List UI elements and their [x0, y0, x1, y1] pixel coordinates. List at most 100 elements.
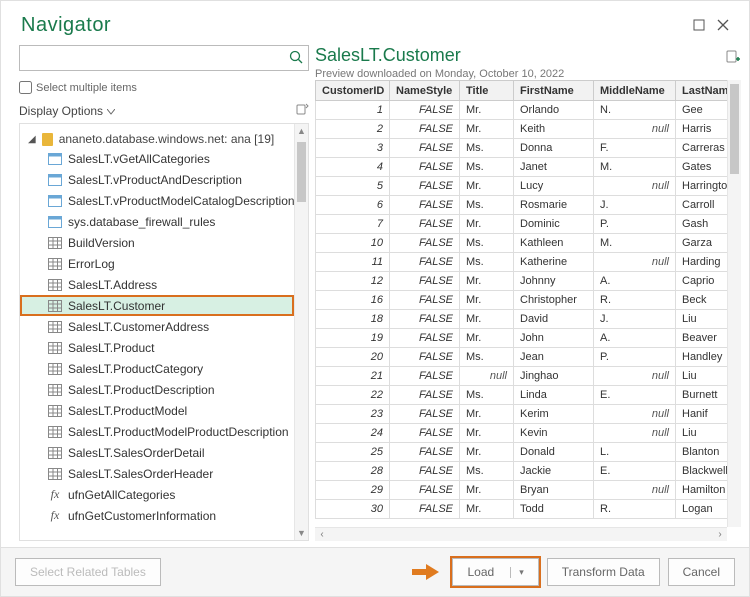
column-header[interactable]: MiddleName [594, 81, 676, 101]
tree-item[interactable]: SalesLT.Customer [20, 295, 294, 316]
tree-item-label: BuildVersion [68, 236, 135, 250]
tree-item[interactable]: ErrorLog [20, 253, 294, 274]
tree-item[interactable]: SalesLT.ProductDescription [20, 379, 294, 400]
cell: Handley [676, 348, 728, 367]
cell: FALSE [390, 291, 460, 310]
cell: 6 [316, 196, 390, 215]
column-header[interactable]: Title [460, 81, 514, 101]
table-row[interactable]: 21FALSEnullJinghaonullLiu [316, 367, 728, 386]
table-row[interactable]: 18FALSEMr.DavidJ.Liu [316, 310, 728, 329]
cancel-button[interactable]: Cancel [668, 558, 735, 586]
tree-item[interactable]: SalesLT.CustomerAddress [20, 316, 294, 337]
select-related-tables-button[interactable]: Select Related Tables [15, 558, 161, 586]
table-row[interactable]: 22FALSEMs.LindaE.Burnett [316, 386, 728, 405]
scroll-right-icon[interactable]: › [713, 528, 727, 541]
tree-item[interactable]: fxufnGetAllCategories [20, 484, 294, 505]
table-row[interactable]: 4FALSEMs.JanetM.Gates [316, 158, 728, 177]
cell: J. [594, 310, 676, 329]
cell: Donald [514, 443, 594, 462]
cell: A. [594, 329, 676, 348]
cell: E. [594, 462, 676, 481]
table-row[interactable]: 28FALSEMs.JackieE.Blackwell [316, 462, 728, 481]
table-icon [48, 447, 62, 459]
tree-item-label: SalesLT.SalesOrderHeader [68, 467, 213, 481]
cell: FALSE [390, 272, 460, 291]
load-button[interactable]: Load ▾ [452, 558, 538, 586]
tree-scrollbar[interactable]: ▲ ▼ [294, 124, 308, 540]
tree-item[interactable]: SalesLT.vGetAllCategories [20, 148, 294, 169]
table-row[interactable]: 1FALSEMr.OrlandoN.Gee [316, 101, 728, 120]
cell: 3 [316, 139, 390, 158]
table-row[interactable]: 23FALSEMr.KerimnullHanif [316, 405, 728, 424]
table-row[interactable]: 19FALSEMr.JohnA.Beaver [316, 329, 728, 348]
cell: FALSE [390, 196, 460, 215]
tree-item[interactable]: BuildVersion [20, 232, 294, 253]
table-row[interactable]: 12FALSEMr.JohnnyA.Caprio [316, 272, 728, 291]
cell: Christopher [514, 291, 594, 310]
search-icon[interactable] [284, 50, 308, 67]
tree-item[interactable]: SalesLT.SalesOrderDetail [20, 442, 294, 463]
table-row[interactable]: 5FALSEMr.LucynullHarringto [316, 177, 728, 196]
tree-item[interactable]: SalesLT.Product [20, 337, 294, 358]
table-row[interactable]: 25FALSEMr.DonaldL.Blanton [316, 443, 728, 462]
refresh-icon[interactable] [295, 102, 309, 119]
dialog-footer: Select Related Tables Load ▾ Transform D… [1, 547, 749, 596]
scroll-left-icon[interactable]: ‹ [315, 528, 329, 541]
tree-root[interactable]: ◢ ananeto.database.windows.net: ana [19] [20, 128, 294, 148]
tree-item[interactable]: SalesLT.ProductCategory [20, 358, 294, 379]
tree-item[interactable]: SalesLT.SalesOrderHeader [20, 463, 294, 484]
cell: M. [594, 158, 676, 177]
collapse-icon[interactable]: ◢ [28, 134, 36, 145]
table-row[interactable]: 10FALSEMs.KathleenM.Garza [316, 234, 728, 253]
table-row[interactable]: 3FALSEMs.DonnaF.Carreras [316, 139, 728, 158]
select-multiple-input[interactable] [19, 81, 32, 94]
tree-item[interactable]: SalesLT.ProductModelProductDescription [20, 421, 294, 442]
transform-data-button[interactable]: Transform Data [547, 558, 660, 586]
table-row[interactable]: 11FALSEMs.KatherinenullHarding [316, 253, 728, 272]
cell: N. [594, 101, 676, 120]
close-icon[interactable] [711, 13, 735, 37]
table-row[interactable]: 29FALSEMr.BryannullHamilton [316, 481, 728, 500]
column-header[interactable]: CustomerID [316, 81, 390, 101]
tree-item-label: SalesLT.Product [68, 341, 155, 355]
tree-item[interactable]: SalesLT.ProductModel [20, 400, 294, 421]
cell: Donna [514, 139, 594, 158]
display-options-dropdown[interactable]: Display Options [19, 102, 309, 119]
table-row[interactable]: 7FALSEMr.DominicP.Gash [316, 215, 728, 234]
cell: L. [594, 443, 676, 462]
table-row[interactable]: 16FALSEMr.ChristopherR.Beck [316, 291, 728, 310]
table-row[interactable]: 2FALSEMr.KeithnullHarris [316, 120, 728, 139]
column-header[interactable]: NameStyle [390, 81, 460, 101]
tree-scroll-area[interactable]: ◢ ananeto.database.windows.net: ana [19]… [20, 124, 294, 540]
cell: Katherine [514, 253, 594, 272]
tree-item[interactable]: fxufnGetCustomerInformation [20, 505, 294, 526]
tree-item[interactable]: SalesLT.vProductAndDescription [20, 169, 294, 190]
table-row[interactable]: 30FALSEMr.ToddR.Logan [316, 500, 728, 519]
table-row[interactable]: 24FALSEMr.KevinnullLiu [316, 424, 728, 443]
column-header[interactable]: FirstName [514, 81, 594, 101]
table-row[interactable]: 20FALSEMs.JeanP.Handley [316, 348, 728, 367]
grid-vertical-scrollbar[interactable] [727, 80, 741, 527]
search-input[interactable] [20, 46, 284, 70]
cell: 21 [316, 367, 390, 386]
scroll-thumb[interactable] [297, 142, 306, 202]
grid-vscroll-thumb[interactable] [730, 84, 739, 174]
preview-select-icon[interactable] [725, 45, 741, 68]
column-header[interactable]: LastName [676, 81, 728, 101]
cell: Ms. [460, 139, 514, 158]
tree-item[interactable]: sys.database_firewall_rules [20, 211, 294, 232]
cell: Blackwell [676, 462, 728, 481]
preview-panel: SalesLT.Customer Preview downloaded on M… [315, 45, 741, 541]
tree-item[interactable]: SalesLT.Address [20, 274, 294, 295]
navigator-left-panel: Select multiple items Display Options ◢ … [19, 45, 309, 541]
minimize-icon[interactable] [687, 13, 711, 37]
table-row[interactable]: 6FALSEMs.RosmarieJ.Carroll [316, 196, 728, 215]
scroll-up-icon[interactable]: ▲ [295, 124, 308, 138]
preview-grid-area: CustomerIDNameStyleTitleFirstNameMiddleN… [315, 80, 741, 541]
tree-item[interactable]: SalesLT.vProductModelCatalogDescription [20, 190, 294, 211]
select-multiple-checkbox[interactable]: Select multiple items [19, 81, 309, 94]
scroll-down-icon[interactable]: ▼ [295, 526, 308, 540]
grid-horizontal-scrollbar[interactable]: ‹ › [315, 527, 727, 541]
cell: FALSE [390, 101, 460, 120]
load-dropdown-icon[interactable]: ▾ [510, 567, 524, 578]
